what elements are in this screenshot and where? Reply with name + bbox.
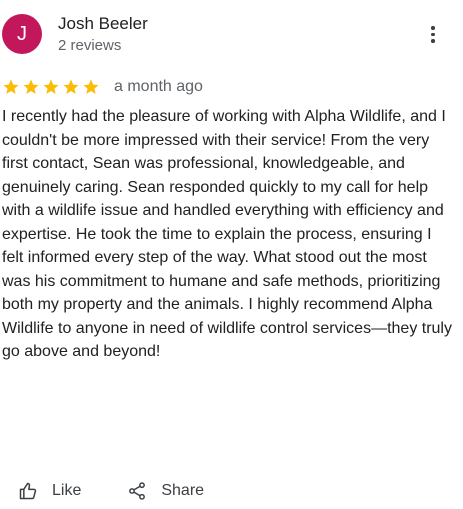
- star-icon: [63, 79, 79, 94]
- star-icon: [3, 79, 19, 94]
- share-label: Share: [161, 482, 205, 499]
- review-date: a month ago: [114, 78, 203, 95]
- like-button[interactable]: Like: [18, 481, 81, 501]
- like-label: Like: [52, 482, 82, 499]
- star-icon: [23, 79, 39, 94]
- star-icon: [83, 79, 99, 94]
- share-button[interactable]: Share: [127, 481, 204, 501]
- review-actions: Like Share: [18, 481, 204, 501]
- thumb-up-icon: [19, 482, 37, 500]
- star-icon: [43, 79, 59, 94]
- review-text: I recently had the pleasure of working w…: [2, 108, 452, 360]
- reviewer-review-count: 2 reviews: [58, 37, 122, 54]
- star-rating: a month ago: [2, 76, 203, 98]
- reviewer-name[interactable]: Josh Beeler: [58, 14, 148, 34]
- more-vert-icon[interactable]: [424, 26, 442, 46]
- avatar[interactable]: J: [2, 14, 42, 54]
- share-icon: [129, 482, 146, 500]
